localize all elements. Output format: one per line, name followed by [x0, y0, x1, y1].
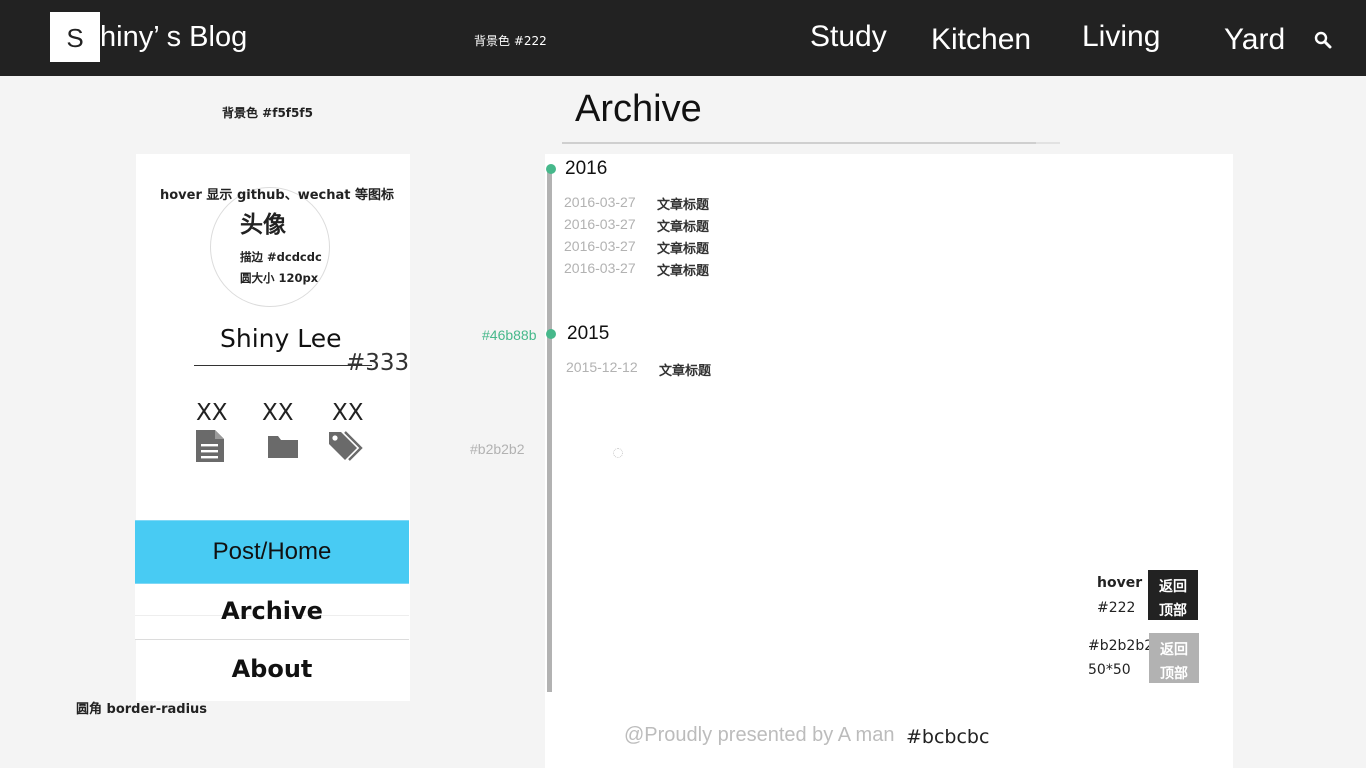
avatar-size-note: 圆大小 120px: [240, 271, 319, 285]
site-title[interactable]: hiny’ s Blog: [100, 18, 247, 56]
post-date: 2015-12-12: [566, 359, 638, 375]
back-to-top-button[interactable]: 返回 顶部: [1149, 633, 1199, 683]
timeline-dot-2016: [546, 164, 556, 174]
nav-living[interactable]: Living: [1082, 18, 1160, 56]
year-heading-2015: 2015: [567, 323, 610, 344]
year-heading-2016: 2016: [565, 158, 608, 179]
hover-state-label: hover: [1097, 575, 1143, 591]
folder-icon[interactable]: [265, 430, 301, 466]
timeline-line: [547, 170, 552, 692]
menu-item-post-home-label[interactable]: Post/Home: [135, 538, 409, 566]
document-icon[interactable]: [193, 428, 229, 464]
dot-color-note: #46b88b: [482, 327, 537, 343]
stat-categories-count: XX: [262, 400, 294, 426]
tags-icon[interactable]: [327, 428, 363, 464]
avatar-label: 头像: [240, 212, 286, 238]
border-radius-note: 圆角 border-radius: [76, 702, 208, 717]
post-date: 2016-03-27: [564, 238, 636, 254]
title-underline-tail: [1036, 142, 1060, 144]
header-bg-note: 背景色 #222: [474, 34, 547, 48]
post-date: 2016-03-27: [564, 194, 636, 210]
back-to-top-line2: 顶部: [1159, 603, 1187, 619]
menu-item-archive-label[interactable]: Archive: [135, 597, 409, 625]
profile-name: Shiny Lee: [220, 324, 342, 353]
post-title-link[interactable]: 文章标题: [657, 194, 709, 213]
post-title-link[interactable]: 文章标题: [657, 238, 709, 257]
post-title-link[interactable]: 文章标题: [657, 260, 709, 279]
stat-tags-count: XX: [332, 400, 364, 426]
search-icon[interactable]: [1314, 31, 1332, 49]
back-to-top-line1: 返回: [1159, 579, 1187, 595]
post-title-link[interactable]: 文章标题: [657, 216, 709, 235]
timeline-dot-2015: [546, 329, 556, 339]
nav-study[interactable]: Study: [810, 18, 887, 56]
button-color-note: #b2b2b2: [1088, 638, 1154, 654]
sidebar-bg-note: 背景色 #f5f5f5: [222, 106, 313, 120]
back-to-top-line2: 顶部: [1160, 666, 1188, 682]
logo-letter[interactable]: S: [50, 12, 100, 62]
footer-credit: @Proudly presented by A man: [624, 724, 895, 746]
post-title-link[interactable]: 文章标题: [659, 360, 711, 379]
hover-icons-note: hover 显示 github、wechat 等图标: [160, 188, 395, 203]
line-color-note: #b2b2b2: [470, 441, 525, 457]
post-date: 2016-03-27: [564, 216, 636, 232]
name-color-note: #333: [346, 350, 410, 376]
stat-posts-count: XX: [196, 400, 228, 426]
avatar-border-note: 描边 #dcdcdc: [240, 250, 322, 264]
back-to-top-line1: 返回: [1160, 642, 1188, 658]
post-date: 2016-03-27: [564, 260, 636, 276]
menu-item-about-label[interactable]: About: [135, 655, 409, 683]
loading-indicator: [613, 448, 623, 458]
button-size-note: 50*50: [1088, 662, 1131, 678]
title-underline: [562, 142, 1036, 144]
back-to-top-button-hover[interactable]: 返回 顶部: [1148, 570, 1198, 620]
footer-color-note: #bcbcbc: [906, 726, 990, 748]
page-title: Archive: [575, 88, 702, 130]
hover-color-note: #222: [1097, 600, 1136, 616]
nav-kitchen[interactable]: Kitchen: [931, 21, 1031, 59]
menu-divider: [135, 639, 409, 640]
nav-yard[interactable]: Yard: [1224, 21, 1285, 59]
